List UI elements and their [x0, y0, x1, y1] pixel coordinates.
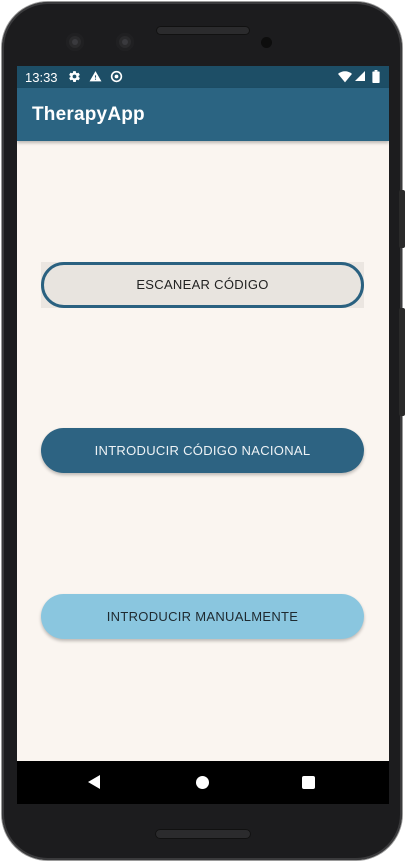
earpiece-speaker — [156, 26, 250, 35]
home-icon[interactable] — [196, 776, 209, 789]
volume-button — [399, 308, 405, 416]
wifi-icon — [338, 70, 352, 86]
sync-icon — [110, 70, 123, 86]
app-title: TherapyApp — [32, 104, 145, 125]
front-camera-left — [66, 33, 84, 51]
enter-national-code-button[interactable]: INTRODUCIR CÓDIGO NACIONAL — [41, 428, 364, 473]
gear-icon — [68, 70, 81, 86]
enter-manually-button[interactable]: INTRODUCIR MANUALMENTE — [41, 594, 364, 639]
app-bar: TherapyApp — [17, 88, 389, 141]
front-camera-right — [116, 33, 134, 51]
power-button — [399, 190, 405, 248]
scan-button-container: ESCANEAR CÓDIGO — [41, 262, 364, 308]
recent-apps-icon[interactable] — [302, 776, 315, 789]
back-icon[interactable] — [88, 775, 100, 789]
signal-icon — [354, 70, 366, 85]
bottom-speaker — [155, 829, 251, 839]
status-time: 13:33 — [25, 70, 58, 85]
battery-icon — [372, 70, 380, 86]
scan-code-button[interactable]: ESCANEAR CÓDIGO — [41, 262, 364, 308]
app-screen: 13:33 TherapyApp ESCANEAR CÓDIGO INTRODU… — [17, 66, 389, 798]
warning-icon — [89, 70, 102, 86]
status-bar: 13:33 — [17, 66, 389, 88]
navigation-bar — [17, 761, 389, 804]
proximity-sensor — [261, 37, 272, 48]
